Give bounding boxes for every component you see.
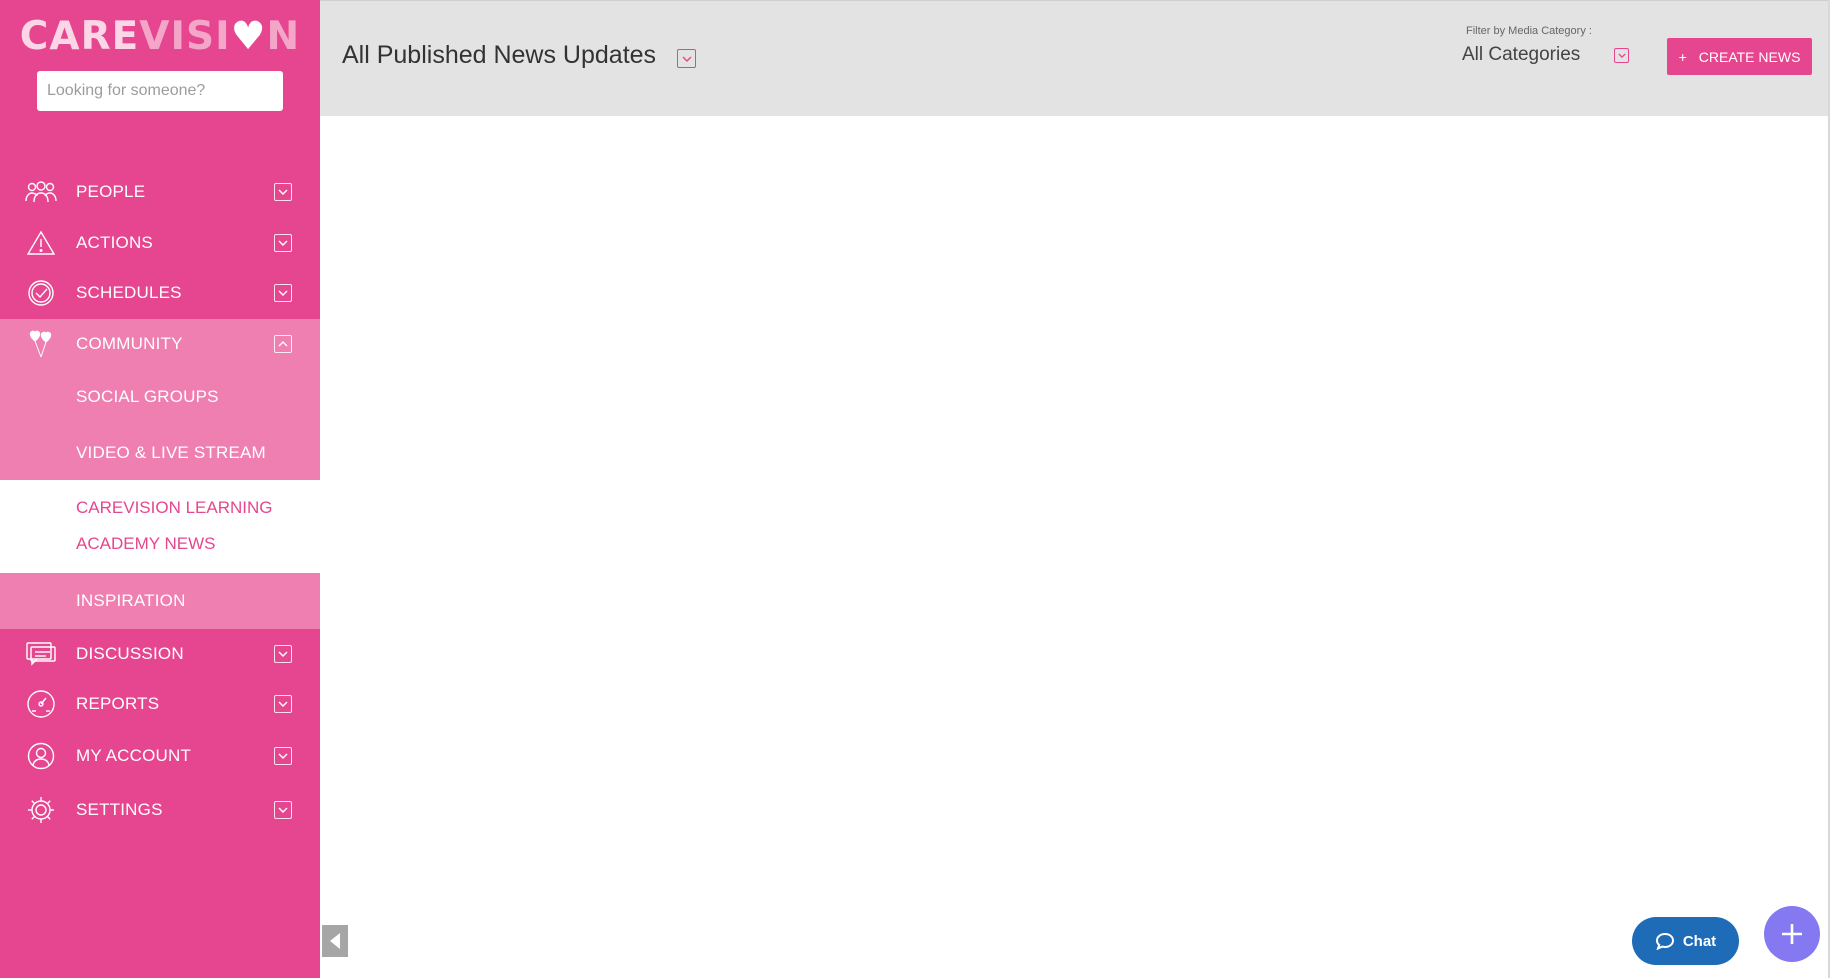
chevron-down-icon[interactable] <box>274 695 292 713</box>
chevron-down-icon[interactable] <box>274 747 292 765</box>
plus-icon <box>1782 924 1802 944</box>
sidebar-subitem-video-live-stream[interactable]: VIDEO & LIVE STREAM <box>0 438 320 468</box>
sidebar-item-actions[interactable]: ACTIONS <box>0 218 320 268</box>
sidebar: CAREVISI♥N PEOPLE ACTIONS <box>0 0 320 978</box>
chevron-down-icon[interactable] <box>274 801 292 819</box>
sidebar-subitem-academy-news[interactable]: CAREVISION LEARNING ACADEMY NEWS <box>0 480 320 573</box>
sidebar-item-my-account[interactable]: MY ACCOUNT <box>0 731 320 781</box>
chevron-down-icon[interactable] <box>274 284 292 302</box>
sidebar-item-label: ACTIONS <box>76 233 153 252</box>
sidebar-subitem-social-groups[interactable]: SOCIAL GROUPS <box>0 382 320 412</box>
category-filter-dropdown[interactable] <box>1614 48 1629 63</box>
sidebar-item-discussion[interactable]: DISCUSSION <box>0 629 320 679</box>
sidebar-item-label: SCHEDULES <box>76 283 182 302</box>
chevron-up-icon[interactable] <box>274 335 292 353</box>
gear-icon <box>24 793 58 827</box>
warning-icon <box>24 226 58 260</box>
user-circle-icon <box>24 739 58 773</box>
sidebar-item-people[interactable]: PEOPLE <box>0 167 320 217</box>
sidebar-collapse-button[interactable] <box>322 925 348 957</box>
search-input[interactable] <box>37 71 283 111</box>
chat-bubble-icon <box>1655 932 1674 950</box>
heart-icon: ♥ <box>230 14 267 59</box>
category-filter-select[interactable]: All Categories <box>1462 44 1580 66</box>
chat-button[interactable]: Chat <box>1632 917 1739 965</box>
plus-icon: + <box>1678 48 1687 65</box>
sidebar-item-settings[interactable]: SETTINGS <box>0 785 320 835</box>
title-dropdown-button[interactable] <box>677 49 696 68</box>
sidebar-item-community[interactable]: COMMUNITY <box>0 319 320 369</box>
gauge-icon <box>24 687 58 721</box>
add-fab-button[interactable] <box>1764 906 1820 962</box>
sidebar-item-label: REPORTS <box>76 694 160 713</box>
page-title: All Published News Updates <box>342 41 657 69</box>
clock-check-icon <box>24 276 58 310</box>
filter-label: Filter by Media Category : <box>1466 25 1592 37</box>
chevron-down-icon <box>1617 53 1626 58</box>
sidebar-item-label: SETTINGS <box>76 800 163 819</box>
sidebar-item-label: MY ACCOUNT <box>76 746 192 765</box>
create-news-button[interactable]: + CREATE NEWS <box>1667 38 1812 75</box>
people-icon <box>24 175 58 209</box>
sidebar-item-label: COMMUNITY <box>76 334 183 353</box>
chevron-down-icon <box>682 56 691 62</box>
hearts-balloon-icon <box>24 327 58 361</box>
chevron-down-icon[interactable] <box>274 183 292 201</box>
sidebar-item-label: DISCUSSION <box>76 644 184 663</box>
sidebar-item-schedules[interactable]: SCHEDULES <box>0 268 320 318</box>
sidebar-item-label: PEOPLE <box>76 182 146 201</box>
sidebar-subitem-inspiration[interactable]: INSPIRATION <box>0 586 320 616</box>
page-header: All Published News Updates Filter by Med… <box>320 0 1830 116</box>
chat-bubbles-icon <box>24 637 58 671</box>
chevron-down-icon[interactable] <box>274 645 292 663</box>
carevision-logo[interactable]: CAREVISI♥N <box>0 14 320 59</box>
sidebar-item-reports[interactable]: REPORTS <box>0 679 320 729</box>
triangle-left-icon <box>330 933 340 949</box>
chevron-down-icon[interactable] <box>274 234 292 252</box>
